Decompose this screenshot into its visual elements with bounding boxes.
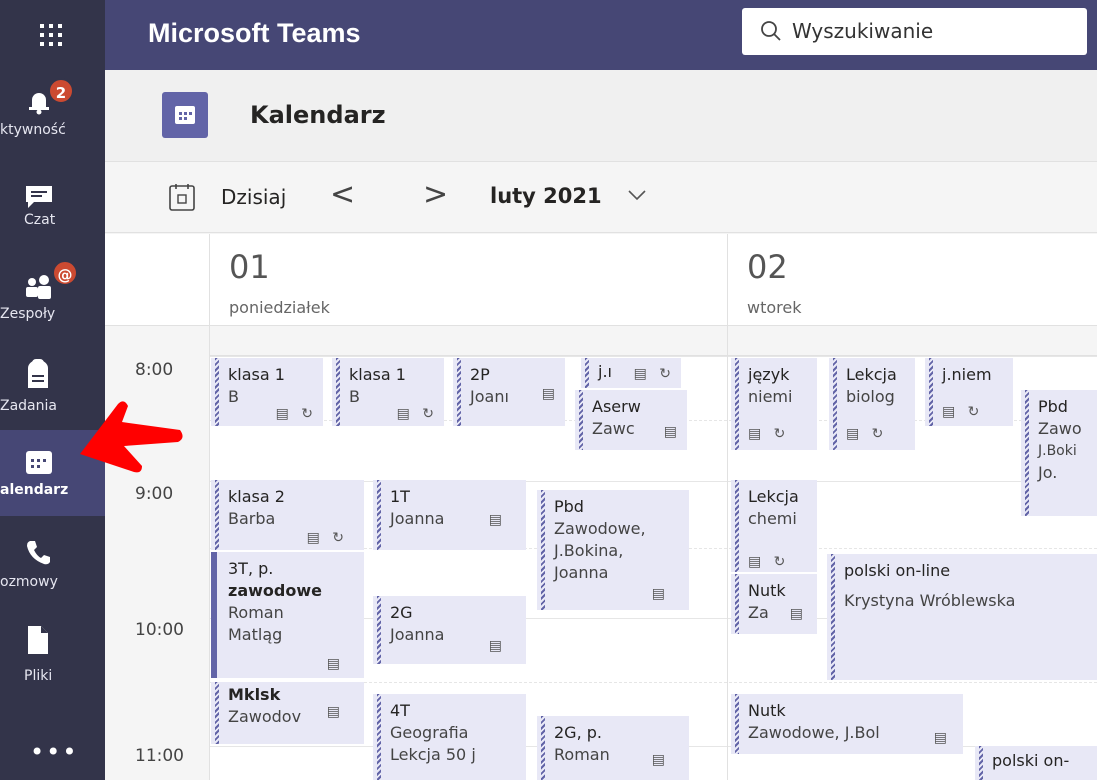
event-icons: ▤ (488, 512, 506, 528)
calendar-event[interactable]: Lekcja biolog ▤ ↻ (829, 358, 915, 450)
calendar-event[interactable]: Pbd Zawodowe, J.Bokina, Joanna ▤ (537, 490, 689, 610)
day-name: poniedziałek (229, 298, 330, 317)
event-icons: ▤ ↻ (748, 426, 790, 442)
time-label: 9:00 (135, 484, 174, 504)
page-header: Kalendarz (105, 70, 1097, 162)
event-icons: ▤ (789, 606, 807, 622)
calendar-event[interactable]: Aserw Zawc ▤ (575, 390, 687, 450)
calendar-event[interactable]: 2P Joanı ▤ (453, 358, 565, 426)
rail-item-activity[interactable]: 2 ktywność (0, 70, 105, 156)
page-title: Kalendarz (250, 101, 386, 129)
previous-week-button[interactable]: < (330, 177, 355, 212)
time-grid: 8:00 9:00 10:00 11:00 klasa 1B ▤ ↻ klasa… (105, 326, 1097, 780)
calendar-app-icon (162, 92, 208, 138)
all-day-row[interactable] (209, 326, 1097, 356)
column-divider (209, 234, 210, 780)
rail-label-calls: ozmowy (0, 574, 58, 590)
event-icons: ▤ (663, 424, 681, 440)
calendar-event[interactable]: Nutk Za ▤ (731, 574, 817, 634)
event-icons: ▤ (933, 730, 951, 746)
teams-mention-badge: @ (52, 260, 78, 286)
calendar-event[interactable]: 1T Joanna ▤ (373, 480, 526, 550)
event-icons: ▤ (326, 704, 344, 720)
rail-item-teams[interactable]: @ Zespoły (0, 250, 105, 336)
more-apps-icon[interactable]: ••• (30, 738, 78, 766)
rail-label-activity: ktywność (0, 122, 66, 138)
time-gutter: 8:00 9:00 10:00 11:00 (105, 326, 209, 780)
calendar-event[interactable]: Pbd Zawo J.Boki Jo. (1021, 390, 1097, 516)
activity-badge: 2 (48, 78, 74, 104)
app-launcher-icon[interactable] (0, 0, 105, 70)
chevron-down-icon[interactable] (627, 188, 647, 202)
time-label: 11:00 (135, 746, 184, 766)
day-header-tuesday[interactable]: 02 wtorek (727, 234, 1097, 326)
event-icons: ▤ ↻ (275, 406, 317, 422)
calendar-event[interactable]: polski on-line Krystyna Wróblewska (827, 554, 1097, 680)
today-button[interactable]: Dzisiaj (221, 185, 286, 209)
event-icons: ▤ (326, 656, 344, 672)
hour-line (209, 356, 1097, 357)
time-label: 8:00 (135, 360, 174, 380)
event-icons: ▤ ↻ (306, 530, 348, 546)
rail-label-calendar: alendarz (0, 482, 69, 498)
calendar-icon (26, 451, 52, 474)
day-headers: 01 poniedziałek 02 wtorek (105, 234, 1097, 326)
event-icons: ▤ ↻ (846, 426, 888, 442)
event-icons: ▤ (541, 386, 559, 402)
search-placeholder: Wyszukiwanie (792, 19, 934, 43)
calendar-event[interactable]: Mklsk Zawodov ▤ (211, 682, 364, 744)
calendar-event[interactable]: polski on- (975, 746, 1097, 780)
event-icons: ▤ ↻ (633, 366, 675, 382)
search-icon (761, 21, 781, 41)
chat-icon (26, 186, 52, 208)
rail-label-teams: Zespoły (0, 306, 56, 322)
event-icons: ▤ (651, 752, 669, 768)
event-icons: ▤ ↻ (748, 554, 790, 570)
day-number: 01 (229, 248, 270, 286)
calendar-event[interactable]: 2G, p. Roman ▤ (537, 716, 689, 780)
calendar-event[interactable]: 4T Geografia Lekcja 50 j (373, 694, 526, 780)
calendar-event[interactable]: klasa 2 Barba ▤ ↻ (211, 480, 364, 550)
calendar-event[interactable]: 3T, p. zawodowe Roman Matląg ▤ (211, 552, 364, 678)
calendar-toolbar: Dzisiaj < > luty 2021 (105, 162, 1097, 233)
rail-item-calls[interactable]: ozmowy (0, 522, 105, 608)
day-number: 02 (747, 248, 788, 286)
today-calendar-icon[interactable] (167, 182, 197, 214)
calendar-event[interactable]: 2G Joanna ▤ (373, 596, 526, 664)
calendar-event[interactable]: j.ı ▤ ↻ (581, 358, 681, 388)
app-title: Microsoft Teams (148, 18, 361, 48)
calendar-event[interactable]: klasa 1B ▤ ↻ (332, 358, 444, 426)
next-week-button[interactable]: > (423, 177, 448, 212)
file-icon (28, 626, 48, 654)
rail-item-chat[interactable]: Czat (0, 162, 105, 248)
annotation-arrow (80, 401, 183, 473)
top-bar: Microsoft Teams Wyszukiwanie (0, 0, 1097, 70)
event-icons: ▤ (651, 586, 669, 602)
calendar-event[interactable]: klasa 1B ▤ ↻ (211, 358, 323, 426)
rail-item-files[interactable]: Pliki (0, 610, 105, 696)
phone-icon (27, 541, 50, 565)
event-icons: ▤ ↻ (396, 406, 438, 422)
calendar-event[interactable]: Nutk Zawodowe, J.Bol ▤ (731, 694, 963, 754)
calendar-main: Kalendarz Dzisiaj < > luty 2021 01 ponie… (105, 70, 1097, 780)
day-name: wtorek (747, 298, 802, 317)
time-label: 10:00 (135, 620, 184, 640)
search-box[interactable]: Wyszukiwanie (742, 8, 1087, 55)
calendar-event[interactable]: Lekcja chemi ▤ ↻ (731, 480, 817, 572)
column-divider (727, 234, 728, 780)
day-header-monday[interactable]: 01 poniedziałek (209, 234, 727, 326)
month-picker[interactable]: luty 2021 (490, 184, 602, 208)
calendar-event[interactable]: j.niem ▤ ↻ (925, 358, 1013, 426)
calendar-event[interactable]: język niemi ▤ ↻ (731, 358, 817, 450)
event-icons: ▤ ↻ (942, 404, 984, 420)
event-icons: ▤ (488, 638, 506, 654)
backpack-icon (28, 359, 48, 388)
